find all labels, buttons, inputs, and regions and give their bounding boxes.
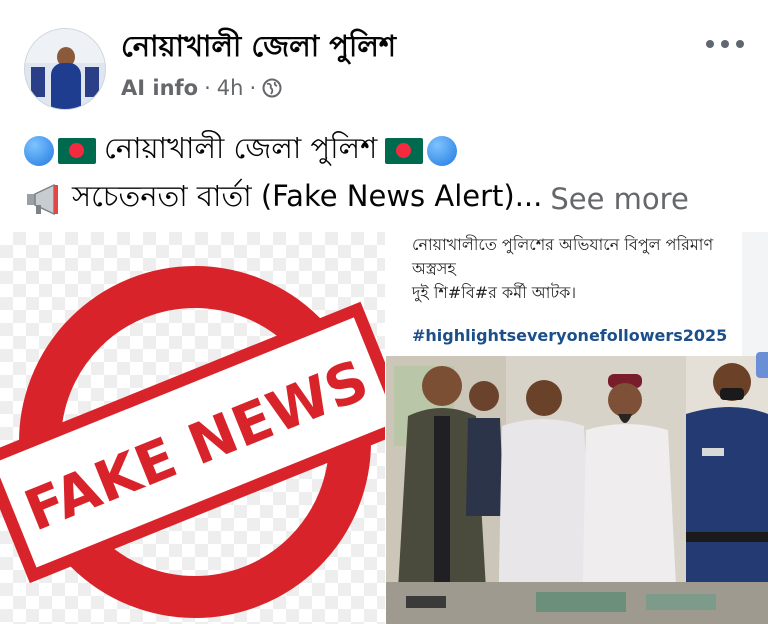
hashtag: #highlightseveryonefollowers2025	[412, 326, 728, 345]
news-screenshot-image[interactable]: নোয়াখালীতে পুলিশের অভিযানে বিপুল পরিমাণ…	[386, 232, 768, 624]
fake-news-image[interactable]: FAKE NEWS	[0, 232, 385, 624]
blue-circle-icon	[24, 135, 54, 166]
caption-line1: নোয়াখালীতে পুলিশের অভিযানে বিপুল পরিমাণ	[412, 235, 714, 254]
post-time[interactable]: 4h	[217, 76, 244, 100]
caption-card: নোয়াখালীতে পুলিশের অভিযানে বিপুল পরিমাণ…	[386, 232, 742, 356]
caption-line2: অস্ত্রসহ	[412, 259, 456, 278]
page-avatar[interactable]	[24, 28, 106, 110]
caption-line3: দুই শি#বি#র কর্মী আটক।	[412, 283, 577, 302]
meta-separator-2: ·	[249, 76, 257, 100]
globe-icon	[262, 78, 282, 98]
fake-news-stamp: FAKE NEWS	[0, 266, 385, 618]
more-options-icon[interactable]	[706, 32, 750, 56]
meta-separator: ·	[204, 76, 211, 100]
page-name[interactable]: নোয়াখালী জেলা পুলিশ	[121, 24, 396, 73]
post-line1-text: নোয়াখালী জেলা পুলিশ	[104, 131, 378, 165]
author-label[interactable]: AI info	[121, 76, 198, 100]
post-text-line2: সচেতনতা বার্তা (Fake News Alert)... See …	[24, 174, 689, 223]
carousel-next-tab[interactable]	[756, 352, 768, 378]
see-more-link[interactable]: See more	[550, 182, 688, 216]
post-line2-text: সচেতনতা বার্তা (Fake News Alert)...	[72, 179, 543, 213]
megaphone-icon	[27, 183, 58, 215]
bangladesh-flag-icon	[58, 137, 96, 164]
post-meta: AI info · 4h ·	[121, 76, 282, 100]
blue-circle-icon	[427, 135, 458, 166]
post-text-line1: নোয়াখালী জেলা পুলিশ	[24, 126, 458, 175]
bangladesh-flag-icon	[385, 137, 424, 164]
arrest-photo	[386, 356, 768, 624]
